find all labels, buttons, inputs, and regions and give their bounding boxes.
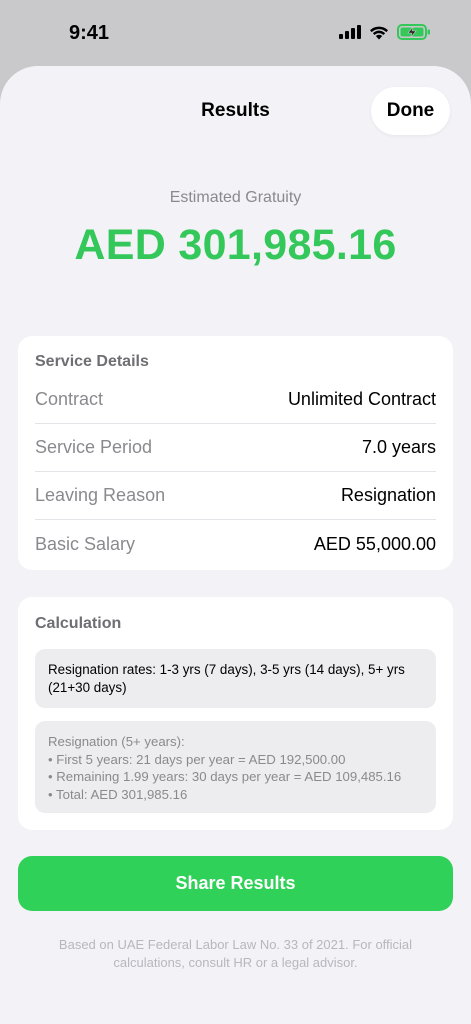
detail-label: Service Period (35, 437, 153, 457)
detail-value: Unlimited Contract (287, 389, 436, 409)
detail-row-leaving-reason: Leaving Reason Resignation (35, 472, 436, 520)
disclaimer-text: Based on UAE Federal Labor Law No. 33 of… (58, 937, 413, 970)
breakdown-line: • Remaining 1.99 years: 30 days per year… (48, 769, 402, 784)
battery-charging-icon (397, 24, 430, 40)
detail-label: Contract (35, 389, 104, 409)
service-details-title: Service Details (35, 353, 149, 370)
cellular-signal-icon (339, 25, 361, 39)
detail-label: Leaving Reason (35, 485, 166, 505)
detail-label: Basic Salary (35, 533, 136, 554)
calculation-card: Calculation Resignation rates: 1-3 yrs (… (18, 597, 453, 830)
results-sheet: Results Done Estimated Gratuity AED 301,… (0, 66, 471, 1024)
wifi-icon (370, 26, 388, 39)
status-time: 9:41 (69, 22, 110, 44)
detail-value: Resignation (340, 485, 436, 505)
calculation-breakdown-box: Resignation (5+ years): • First 5 years:… (35, 721, 436, 813)
breakdown-line: Resignation (5+ years): (48, 734, 185, 749)
gratuity-amount: AED 301,985.16 (74, 221, 397, 269)
calculation-title: Calculation (35, 615, 122, 632)
done-button[interactable]: Done (371, 87, 450, 135)
breakdown-line: • Total: AED 301,985.16 (48, 786, 188, 802)
detail-value: 7.0 years (361, 437, 436, 457)
detail-row-basic-salary: Basic Salary AED 55,000.00 (35, 520, 436, 568)
share-results-button[interactable]: Share Results (18, 856, 453, 911)
detail-row-service-period: Service Period 7.0 years (35, 424, 436, 472)
service-details-card: Service Details Contract Unlimited Contr… (18, 336, 453, 570)
breakdown-line: • First 5 years: 21 days per year = AED … (48, 751, 346, 767)
gratuity-label: Estimated Gratuity (169, 189, 302, 206)
status-bar: 9:41 (0, 0, 471, 66)
resignation-rates-box: Resignation rates: 1-3 yrs (7 days), 3-5… (35, 649, 436, 708)
detail-row-contract: Contract Unlimited Contract (35, 376, 436, 424)
status-icons (339, 24, 431, 40)
detail-value: AED 55,000.00 (313, 533, 436, 554)
